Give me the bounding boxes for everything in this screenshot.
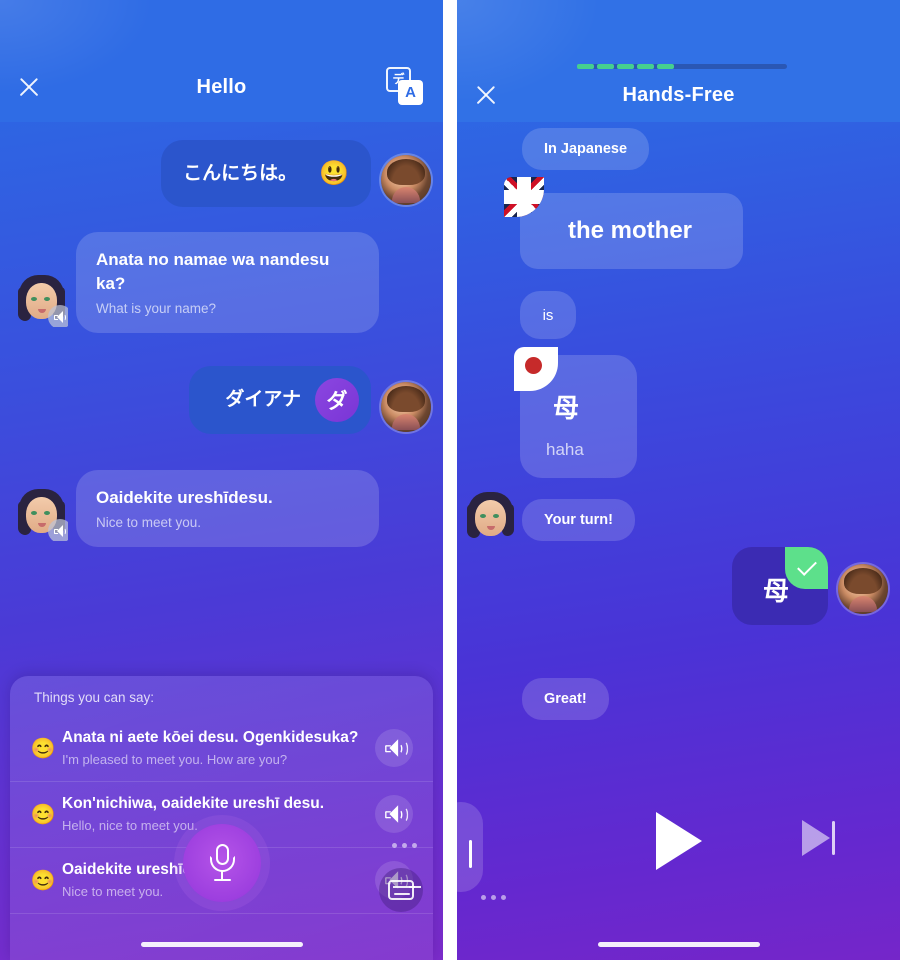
avatar-tutor xyxy=(14,487,68,541)
answer-kanji-text: 母 xyxy=(763,576,790,606)
connector-chip: is xyxy=(520,291,576,339)
progress-segment xyxy=(657,64,674,69)
keyboard-icon xyxy=(388,880,414,900)
right-header: Hands-Free xyxy=(457,0,900,122)
chat-thread: こんにちは。 😃 Anata no namae wa nandesu ka? W… xyxy=(0,122,443,960)
japanese-kanji-text: 母 xyxy=(553,393,580,423)
speaker-glyph xyxy=(53,311,67,323)
english-word-text: the mother xyxy=(568,217,693,244)
mode-chip: In Japanese xyxy=(522,128,650,170)
message-text: Anata no namae wa nandesu ka? xyxy=(96,250,330,293)
smiley-icon: 😊 xyxy=(30,737,56,760)
kana-chip[interactable]: ダ xyxy=(315,378,359,422)
screenshot-stage: Hello デ A こんにちは。 😃 Anata no namae wa nan… xyxy=(0,0,900,960)
progress-segment xyxy=(577,64,594,69)
home-indicator xyxy=(597,942,760,947)
speaker-icon[interactable] xyxy=(48,305,68,327)
microphone-button[interactable] xyxy=(182,824,261,902)
speaker-glyph xyxy=(384,739,408,757)
right-phone-panel: Hands-Free In Japanese the mother is 母 h… xyxy=(457,0,900,960)
translate-icon-target: A xyxy=(398,80,423,105)
chat-row-3: ダイアナ ダ xyxy=(189,366,431,434)
english-word-card[interactable]: the mother xyxy=(504,177,743,269)
smiley-icon: 😊 xyxy=(30,803,56,826)
japanese-romaji-text: haha xyxy=(546,440,584,459)
message-translation: What is your name? xyxy=(96,301,217,316)
suggestions-panel: Things you can say: 😊 Anata ni aete kōei… xyxy=(10,676,433,960)
more-options-icon[interactable] xyxy=(481,895,506,900)
speaker-icon[interactable] xyxy=(375,795,413,833)
more-options-icon[interactable] xyxy=(392,843,417,848)
chat-row-4: Oaidekite ureshīdesu. Nice to meet you. xyxy=(14,470,379,547)
avatar-user xyxy=(838,564,888,614)
speaker-glyph xyxy=(53,525,67,537)
avatar-eye-right xyxy=(493,514,499,518)
avatar-eye-right xyxy=(44,297,50,301)
left-header: Hello デ A xyxy=(0,0,443,122)
microphone-icon xyxy=(209,844,235,882)
suggestions-title: Things you can say: xyxy=(34,690,155,705)
message-bubble-incoming[interactable]: Anata no namae wa nandesu ka? What is yo… xyxy=(76,232,379,333)
progress-segment xyxy=(637,64,654,69)
message-bubble-outgoing[interactable]: ダイアナ ダ xyxy=(189,366,371,434)
left-phone-panel: Hello デ A こんにちは。 😃 Anata no namae wa nan… xyxy=(0,0,443,960)
avatar-user xyxy=(381,155,431,205)
next-button[interactable] xyxy=(802,820,842,856)
avatar-eye-left xyxy=(31,511,37,515)
play-button[interactable] xyxy=(655,812,702,870)
avatar-face xyxy=(475,500,506,536)
speaker-glyph xyxy=(384,805,408,823)
message-bubble-outgoing[interactable]: こんにちは。 😃 xyxy=(161,140,371,207)
message-text: Oaidekite ureshīdesu. xyxy=(96,488,273,507)
page-title: Hello xyxy=(196,76,247,98)
right-screen: Hands-Free In Japanese the mother is 母 h… xyxy=(457,0,900,960)
pause-button[interactable] xyxy=(457,802,483,892)
message-bubble-incoming[interactable]: Oaidekite ureshīdesu. Nice to meet you. xyxy=(76,470,379,547)
avatar-eye-right xyxy=(44,511,50,515)
message-text: ダイアナ xyxy=(225,389,301,410)
chat-row-1: こんにちは。 😃 xyxy=(161,140,431,207)
suggestion-phrase: Kon'nichiwa, oaidekite ureshī desu. xyxy=(62,795,325,812)
uk-flag-icon xyxy=(504,177,544,217)
avatar-eye-left xyxy=(480,514,486,518)
progress-segment xyxy=(617,64,634,69)
check-icon xyxy=(785,547,828,589)
chat-row-2: Anata no namae wa nandesu ka? What is yo… xyxy=(14,232,379,333)
suggestion-phrase: Anata ni aete kōei desu. Ogenkidesuka? xyxy=(62,729,359,746)
hands-free-content: In Japanese the mother is 母 haha Your tu… xyxy=(457,122,900,960)
progress-segment xyxy=(597,64,614,69)
message-translation: Nice to meet you. xyxy=(96,515,202,530)
japanese-word-card[interactable]: 母 haha xyxy=(514,347,637,478)
message-emoji: 😃 xyxy=(319,160,349,187)
avatar-tutor xyxy=(463,490,517,544)
suggestion-item[interactable]: 😊 Anata ni aete kōei desu. Ogenkidesuka?… xyxy=(10,716,433,782)
smiley-icon: 😊 xyxy=(30,869,56,892)
keyboard-button[interactable] xyxy=(379,868,423,912)
translate-icon[interactable]: デ A xyxy=(383,66,425,108)
feedback-chip: Great! xyxy=(522,678,609,720)
avatar-tutor xyxy=(14,273,68,327)
prompt-chip: Your turn! xyxy=(522,499,635,541)
suggestion-text: Anata ni aete kōei desu. Ogenkidesuka? I… xyxy=(58,727,375,769)
page-title: Hands-Free xyxy=(622,84,735,106)
avatar-eye-left xyxy=(31,297,37,301)
speaker-icon[interactable] xyxy=(375,729,413,767)
speaker-icon[interactable] xyxy=(48,519,68,541)
answer-card[interactable]: 母 xyxy=(732,547,828,625)
suggestion-translation: I'm pleased to meet you. How are you? xyxy=(62,752,288,767)
lesson-progress-bar xyxy=(577,64,787,69)
message-text: こんにちは。 xyxy=(183,162,298,184)
japan-flag-icon xyxy=(514,347,558,391)
avatar-user xyxy=(381,382,431,432)
home-indicator xyxy=(140,942,303,947)
left-screen: Hello デ A こんにちは。 😃 Anata no namae wa nan… xyxy=(0,0,443,960)
